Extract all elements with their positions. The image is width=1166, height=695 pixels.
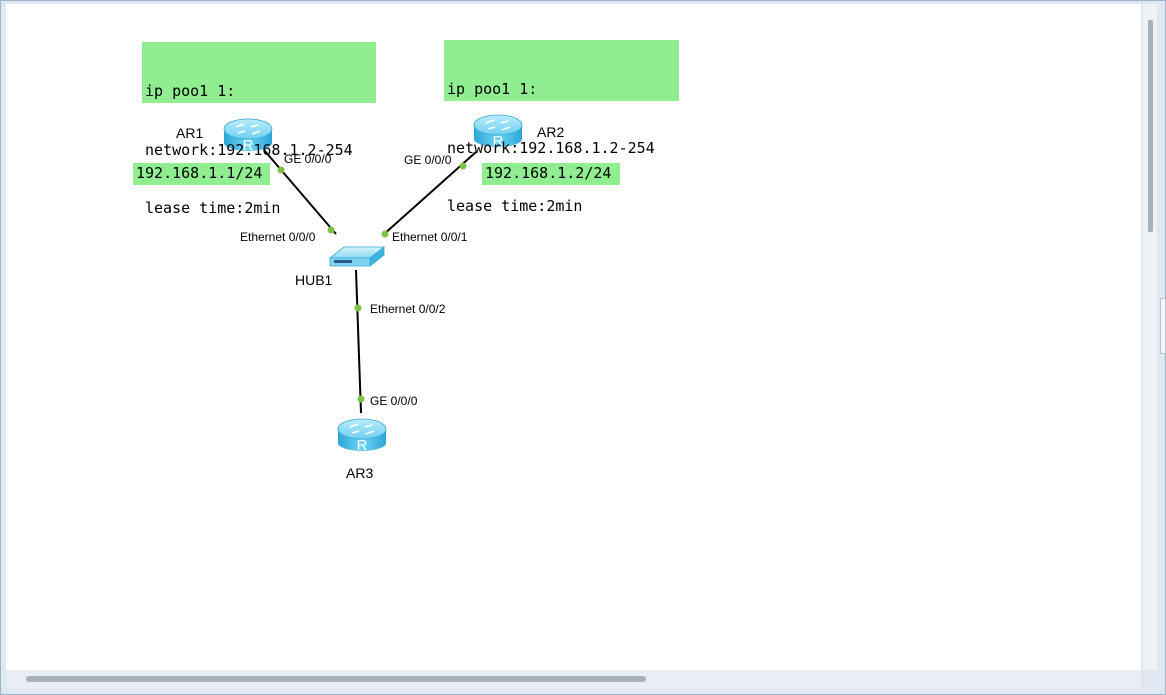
note-ar2-dhcp[interactable]: ip poo1 1: network:192.168.1.2-254 lease… (444, 40, 679, 215)
port-dot-ar3-ge[interactable] (357, 395, 365, 403)
device-label-ar3: AR3 (346, 465, 374, 481)
vertical-scroll-thumb[interactable] (1148, 20, 1153, 232)
port-label-ar2-ge: GE 0/0/0 (404, 153, 452, 167)
horizontal-scroll-thumb[interactable] (26, 676, 646, 682)
port-dot-hub-e1[interactable] (381, 230, 389, 238)
port-label-hub-e2: Ethernet 0/0/2 (370, 302, 446, 316)
svg-text:R: R (357, 437, 368, 454)
note-line: network:192.168.1.2-254 (145, 140, 353, 159)
port-label-ar3-ge: GE 0/0/0 (370, 394, 418, 408)
ip-label-ar1[interactable]: 192.168.1.1/24 (133, 163, 270, 185)
device-label-hub1: HUB1 (295, 272, 333, 288)
note-line: ip poo1 1: (145, 82, 236, 100)
port-label-hub-e0: Ethernet 0/0/0 (240, 230, 316, 244)
side-panel-grip[interactable] (1160, 298, 1166, 354)
device-label-ar1: AR1 (176, 125, 204, 141)
topology-canvas[interactable]: R R R ip poo1 1: network:192.168.1.2-254… (6, 4, 1141, 670)
note-line: lease time:2min (145, 199, 281, 217)
link-hub-ar3[interactable] (355, 269, 362, 414)
port-dot-hub-e2[interactable] (354, 304, 362, 312)
vertical-scrollbar[interactable] (1143, 4, 1157, 670)
port-label-ar1-ge: GE 0/0/0 (284, 152, 332, 166)
note-line: lease time:2min (447, 197, 583, 215)
horizontal-scrollbar[interactable] (6, 670, 1141, 688)
device-label-ar2: AR2 (537, 124, 565, 140)
router-ar3-icon[interactable]: R (337, 418, 387, 454)
note-line: network:192.168.1.2-254 (447, 138, 655, 157)
note-ar1-dhcp[interactable]: ip poo1 1: network:192.168.1.2-254 lease… (142, 42, 376, 217)
note-line: ip poo1 1: (447, 80, 538, 98)
ip-label-ar2[interactable]: 192.168.1.2/24 (482, 163, 620, 185)
port-label-hub-e1: Ethernet 0/0/1 (392, 230, 468, 244)
